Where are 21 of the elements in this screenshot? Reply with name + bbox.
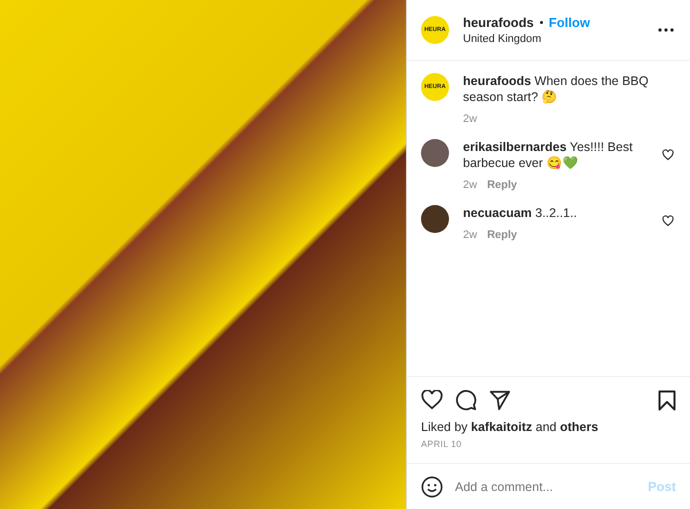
post-date: APRIL 10 xyxy=(421,439,463,449)
more-options-icon[interactable] xyxy=(658,28,674,32)
comment-icon[interactable] xyxy=(455,389,477,411)
like-comment-icon[interactable] xyxy=(662,149,674,161)
comment-text: necuacuam 3..2..1.. xyxy=(463,205,578,221)
likes-text: Liked by kafkaitoitz and others xyxy=(421,420,600,434)
username-link[interactable]: heurafoods xyxy=(463,15,534,30)
comment-time: 2w xyxy=(463,113,478,125)
comment-time: 2w xyxy=(463,179,478,191)
like-comment-icon[interactable] xyxy=(662,215,674,227)
share-icon[interactable] xyxy=(489,390,511,410)
comment-text: erikasilbernardes Yes!!!! Best barbecue ever 😋💚 xyxy=(463,139,634,171)
bookmark-icon[interactable] xyxy=(658,390,676,410)
separator-dot xyxy=(540,21,543,24)
emoji-icon[interactable] xyxy=(421,476,443,498)
user-avatar[interactable] xyxy=(421,139,449,167)
location-link[interactable]: United Kingdom xyxy=(463,33,644,45)
comment-text: heurafoods When does the BBQ season start? 🤔 xyxy=(463,73,650,105)
comment-time: 2w xyxy=(463,229,478,241)
user-avatar[interactable] xyxy=(421,205,449,233)
like-icon[interactable] xyxy=(421,390,443,410)
